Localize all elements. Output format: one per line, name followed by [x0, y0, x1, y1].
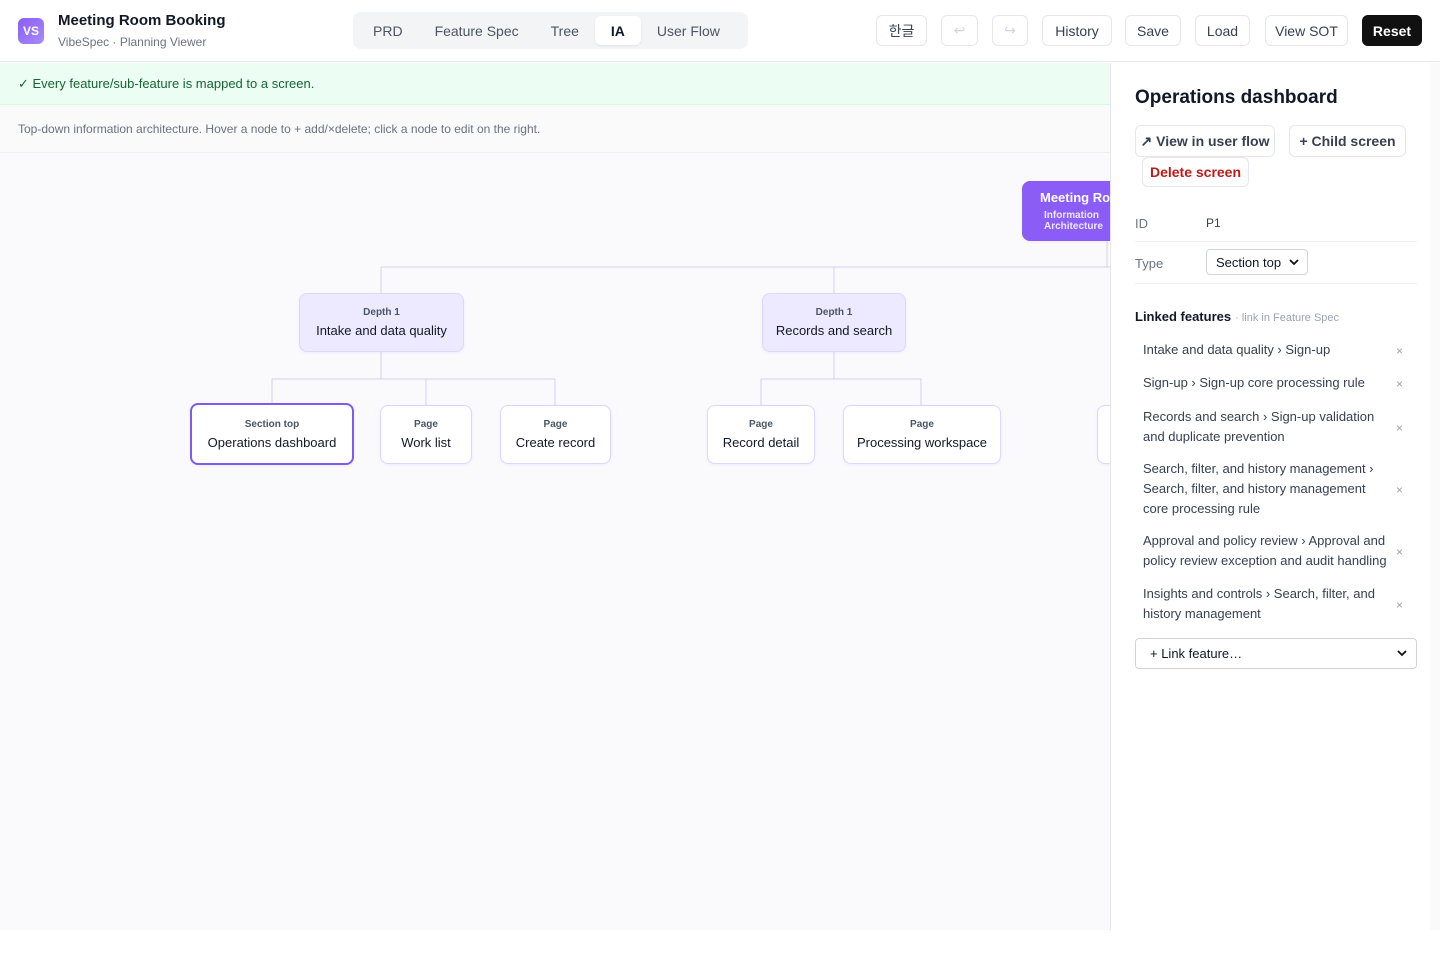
ia-canvas[interactable]: Meeting Room Booking Information Archite…	[0, 153, 1110, 930]
chevron-down-icon	[1397, 650, 1407, 657]
linked-feature-item: Records and search › Sign-up validation …	[1135, 407, 1417, 449]
id-row: ID P1	[1135, 206, 1417, 242]
type-row: Type Section top	[1135, 242, 1417, 284]
panel-title: Operations dashboard	[1135, 87, 1338, 108]
ia-node-work-list[interactable]: Page Work list	[380, 405, 472, 464]
linked-feature-text: Intake and data quality › Sign-up	[1143, 342, 1331, 357]
linked-features-heading: Linked features · link in Feature Spec	[1135, 309, 1339, 324]
tab-prd[interactable]: PRD	[357, 16, 419, 45]
link-feature-select-value: + Link feature…	[1150, 646, 1243, 661]
node-type-label: Page	[749, 419, 773, 430]
linked-feature-item: Intake and data quality › Sign-up ×	[1135, 340, 1417, 362]
node-title: Processing workspace	[856, 435, 988, 450]
undo-button[interactable]: ↩	[941, 15, 978, 46]
link-feature-select[interactable]: + Link feature…	[1135, 638, 1417, 669]
ia-node-create-record[interactable]: Page Create record	[500, 405, 611, 464]
type-select[interactable]: Section top	[1206, 249, 1308, 275]
child-screen-button[interactable]: + Child screen	[1289, 125, 1406, 157]
remove-link-icon[interactable]: ×	[1396, 542, 1403, 562]
load-button[interactable]: Load	[1195, 15, 1250, 46]
remove-link-icon[interactable]: ×	[1396, 418, 1403, 438]
ia-root-node[interactable]: Meeting Room Booking Information Archite…	[1022, 181, 1110, 241]
ia-node-offscreen[interactable]	[1097, 405, 1110, 464]
node-type-label: Section top	[244, 418, 300, 430]
node-type-label: Page	[414, 419, 438, 430]
linked-feature-item: Approval and policy review › Approval an…	[1135, 531, 1417, 573]
remove-link-icon[interactable]: ×	[1396, 595, 1403, 615]
redo-button[interactable]: ↪	[992, 15, 1028, 46]
id-value: P1	[1206, 216, 1221, 230]
ia-node-processing-workspace[interactable]: Page Processing workspace	[843, 405, 1001, 464]
tab-tree[interactable]: Tree	[535, 16, 595, 45]
screen-editor-panel: Operations dashboard ↗ View in user flow…	[1110, 63, 1440, 930]
tab-feature-spec[interactable]: Feature Spec	[419, 16, 535, 45]
view-tabs: PRD Feature Spec Tree IA User Flow	[353, 12, 748, 49]
history-button[interactable]: History	[1042, 15, 1112, 46]
linked-feature-item: Search, filter, and history management ›…	[1135, 459, 1417, 521]
node-title: Intake and data quality	[316, 323, 447, 338]
undo-icon: ↩	[953, 22, 966, 38]
node-type-label: Page	[543, 419, 568, 430]
linked-feature-text: Sign-up › Sign-up core processing rule	[1143, 375, 1365, 390]
ia-node-intake-and-data-quality[interactable]: Depth 1 Intake and data quality	[299, 293, 464, 352]
linked-feature-text: Approval and policy review › Approval an…	[1143, 533, 1387, 568]
save-button[interactable]: Save	[1125, 15, 1181, 46]
linked-feature-item: Insights and controls › Search, filter, …	[1135, 584, 1417, 626]
ia-node-operations-dashboard[interactable]: Section top Operations dashboard	[190, 403, 354, 465]
tree-connector-lines	[271, 241, 1110, 405]
linked-feature-text: Records and search › Sign-up validation …	[1143, 409, 1375, 444]
ia-node-records-and-search[interactable]: Depth 1 Records and search	[762, 293, 906, 352]
coverage-banner: ✓ Every feature/sub-feature is mapped to…	[0, 63, 1110, 105]
node-title: Create record	[515, 435, 596, 450]
redo-icon: ↪	[1004, 22, 1016, 38]
app-header: VS Meeting Room Booking VibeSpec · Plann…	[0, 0, 1440, 62]
language-toggle-button[interactable]: 한글	[876, 15, 927, 46]
remove-link-icon[interactable]: ×	[1396, 480, 1403, 500]
remove-link-icon[interactable]: ×	[1396, 374, 1403, 394]
id-label: ID	[1135, 216, 1148, 231]
app-title: Meeting Room Booking	[58, 12, 226, 29]
linked-features-title: Linked features	[1135, 309, 1232, 324]
view-in-user-flow-button[interactable]: ↗ View in user flow	[1135, 125, 1275, 157]
linked-features-hint: · link in Feature Spec	[1235, 312, 1340, 324]
chevron-down-icon	[1289, 259, 1299, 266]
node-title: Records and search	[775, 323, 893, 338]
remove-link-icon[interactable]: ×	[1396, 341, 1403, 361]
linked-feature-text: Insights and controls › Search, filter, …	[1143, 586, 1375, 621]
linked-feature-text: Search, filter, and history management ›…	[1143, 461, 1374, 516]
node-depth-label: Depth 1	[363, 307, 400, 318]
node-depth-label: Depth 1	[815, 307, 853, 318]
linked-feature-item: Sign-up › Sign-up core processing rule ×	[1135, 373, 1417, 395]
root-node-title: Meeting Room Booking	[1040, 190, 1110, 205]
tab-ia[interactable]: IA	[594, 16, 641, 45]
app-subtitle: VibeSpec · Planning Viewer	[58, 35, 207, 49]
root-node-label: Information Architecture	[1044, 210, 1103, 232]
ia-hint: Top-down information architecture. Hover…	[0, 105, 1110, 153]
ia-node-record-detail[interactable]: Page Record detail	[707, 405, 815, 464]
app-logo: VS	[18, 18, 44, 44]
node-title: Operations dashboard	[207, 434, 337, 450]
delete-screen-button[interactable]: Delete screen	[1142, 157, 1249, 187]
reset-button[interactable]: Reset	[1362, 15, 1422, 46]
type-label: Type	[1135, 256, 1164, 271]
view-sot-button[interactable]: View SOT	[1265, 15, 1348, 46]
type-select-value: Section top	[1216, 254, 1282, 270]
node-type-label: Page	[910, 419, 934, 430]
node-title: Record detail	[722, 435, 800, 450]
tab-user-flow[interactable]: User Flow	[641, 16, 736, 45]
node-title: Work list	[401, 435, 451, 450]
panel-scrollbar[interactable]	[1430, 63, 1440, 930]
